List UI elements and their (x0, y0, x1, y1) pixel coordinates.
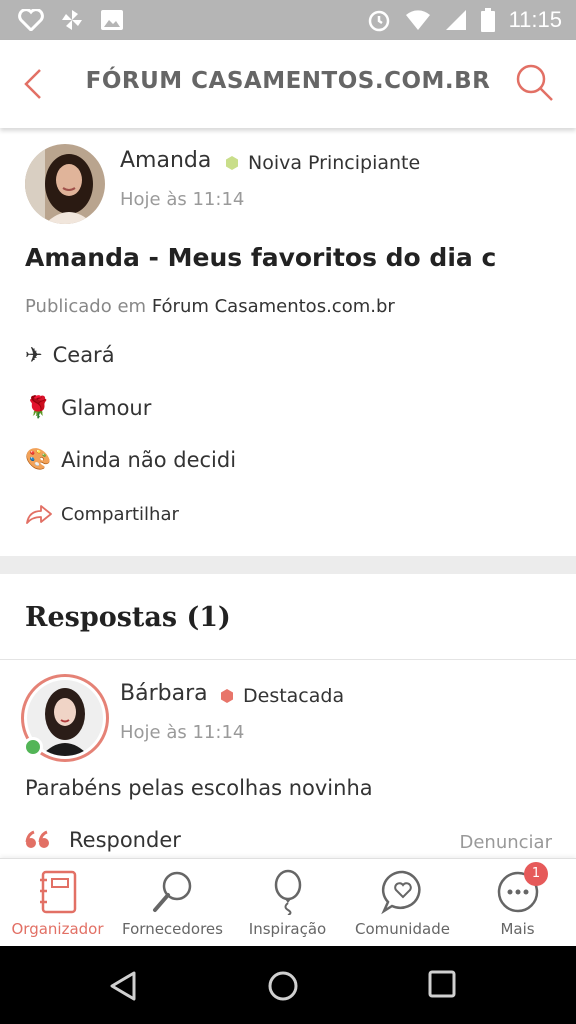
tab-label: Inspiração (248, 920, 327, 938)
tab-organizador[interactable]: Organizador (0, 859, 115, 947)
status-bar: 11:15 (0, 0, 576, 40)
reply-author[interactable]: Bárbara (120, 681, 208, 706)
hexagon-icon (221, 689, 233, 703)
published-prefix: Publicado em (25, 296, 147, 317)
rose-icon: 🌹 (25, 395, 52, 419)
post-date: Hoje às 11:14 (120, 189, 245, 210)
user-level-badge: Destacada (219, 685, 344, 707)
reply-label: Responder (69, 828, 181, 852)
pinwheel-icon (62, 10, 82, 30)
notification-badge: 1 (524, 862, 548, 886)
preference-color: 🎨 Ainda não decidi (25, 447, 236, 472)
reply-text: Parabéns pelas escolhas novinha (25, 776, 373, 800)
share-label: Compartilhar (61, 503, 179, 525)
reply-button[interactable]: Responder (25, 828, 181, 852)
tab-mais[interactable]: 1 Mais (460, 859, 575, 947)
clock: 11:15 (508, 7, 562, 32)
airplane-icon: ✈ (25, 343, 43, 367)
search-icon (516, 64, 553, 101)
back-triangle-icon[interactable] (108, 970, 138, 1002)
preference-label: Glamour (61, 395, 152, 420)
search-button[interactable] (514, 62, 556, 104)
tab-label: Organizador (11, 920, 104, 938)
tab-label: Fornecedores (122, 920, 223, 938)
chat-heart-icon (380, 870, 421, 915)
preference-label: Ainda não decidi (61, 447, 237, 472)
avatar[interactable] (25, 144, 105, 224)
bottom-tab-bar: Organizador Fornecedores Inspiração Comu… (0, 858, 576, 946)
user-level-badge: Noiva Principiante (224, 152, 420, 174)
online-status-dot (23, 737, 43, 757)
post-author[interactable]: Amanda (120, 148, 211, 173)
tab-label: Comunidade (355, 920, 450, 938)
answers-header: Respostas (1) (0, 574, 576, 660)
page-title: FÓRUM CASAMENTOS.COM.BR (85, 68, 491, 94)
recents-square-icon[interactable] (428, 970, 456, 998)
app-header: FÓRUM CASAMENTOS.COM.BR (0, 40, 576, 128)
badge-label: Destacada (243, 685, 345, 707)
tab-label: Mais (500, 920, 535, 938)
section-divider (0, 556, 576, 574)
alarm-icon (368, 10, 389, 32)
battery-icon (480, 8, 495, 32)
share-arrow-icon (26, 505, 52, 524)
share-button[interactable]: Compartilhar (25, 503, 179, 525)
preference-label: Ceará (52, 343, 115, 367)
wifi-icon (405, 10, 430, 30)
reply-item: Bárbara Destacada Hoje às 11:14 Parabéns… (0, 661, 576, 861)
badge-label: Noiva Principiante (248, 152, 421, 174)
home-circle-icon[interactable] (267, 970, 299, 1002)
heart-outline-icon (18, 9, 44, 31)
tab-comunidade[interactable]: Comunidade (345, 859, 460, 947)
hexagon-icon (226, 156, 238, 170)
forum-link[interactable]: Fórum Casamentos.com.br (152, 296, 395, 317)
quote-icon (25, 830, 49, 848)
palette-icon: 🎨 (25, 447, 52, 471)
report-link[interactable]: Denunciar (460, 832, 553, 853)
published-in: Publicado em Fórum Casamentos.com.br (25, 296, 395, 317)
post-title: Amanda - Meus favoritos do dia c (25, 243, 497, 272)
forum-post: Amanda Noiva Principiante Hoje às 11:14 … (0, 128, 576, 556)
signal-icon (445, 10, 466, 30)
tab-fornecedores[interactable]: Fornecedores (115, 859, 230, 947)
preference-destination: ✈ Ceará (25, 343, 115, 367)
system-nav-bar (0, 946, 576, 1024)
planner-book-icon (39, 870, 76, 914)
balloon-icon (274, 869, 301, 915)
answers-heading: Respostas (1) (25, 602, 231, 633)
preference-style: 🌹 Glamour (25, 395, 151, 420)
image-icon (101, 10, 123, 30)
reply-date: Hoje às 11:14 (120, 722, 245, 743)
tab-inspiracao[interactable]: Inspiração (230, 859, 345, 947)
magnifier-icon (152, 871, 191, 912)
